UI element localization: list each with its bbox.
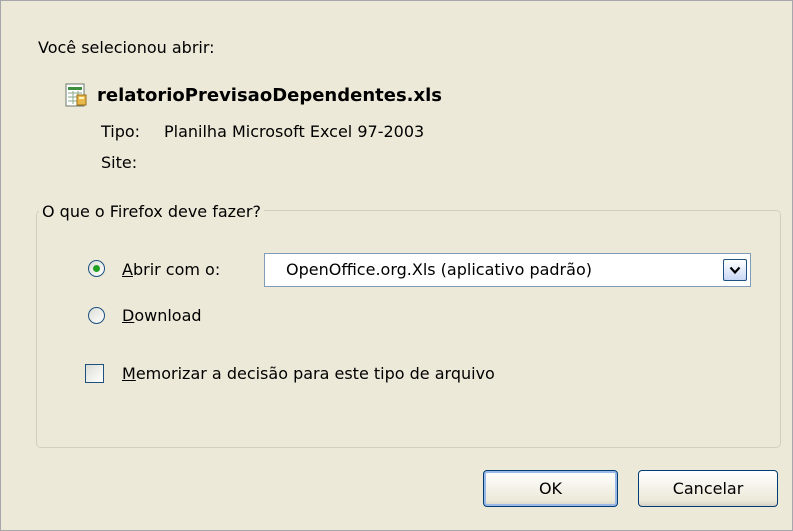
download-label-text: ownload <box>134 306 202 325</box>
download-dialog: Você selecionou abrir: relatorioPrevisao… <box>0 0 793 531</box>
remember-label[interactable]: Memorizar a decisão para este tipo de ar… <box>122 364 495 383</box>
open-with-access-key: A <box>122 260 133 279</box>
remember-checkbox[interactable] <box>85 364 104 383</box>
download-access-key: D <box>122 306 135 325</box>
file-row: relatorioPrevisaoDependentes.xls <box>65 83 442 107</box>
file-type-row: Tipo: Planilha Microsoft Excel 97-2003 <box>101 122 424 141</box>
download-label[interactable]: Download <box>122 306 202 325</box>
remember-access-key: M <box>122 364 136 383</box>
file-name: relatorioPrevisaoDependentes.xls <box>97 84 443 106</box>
file-type-label: Tipo: <box>101 122 141 141</box>
file-type-value: Planilha Microsoft Excel 97-2003 <box>164 122 425 141</box>
action-groupbox <box>36 210 781 448</box>
download-radio[interactable] <box>88 307 105 324</box>
open-with-label-text: brir com o: <box>132 260 221 279</box>
remember-label-text: emorizar a decisão para este tipo de arq… <box>135 364 495 383</box>
application-select-value: OpenOffice.org.Xls (aplicativo padrão) <box>286 260 592 279</box>
application-select[interactable]: OpenOffice.org.Xls (aplicativo padrão) <box>264 253 751 287</box>
chevron-down-icon <box>729 266 741 274</box>
open-with-radio[interactable] <box>88 260 105 277</box>
ok-button[interactable]: OK <box>483 470 618 507</box>
intro-text: Você selecionou abrir: <box>38 38 215 57</box>
radio-selected-dot <box>93 265 100 272</box>
cancel-button[interactable]: Cancelar <box>638 470 778 507</box>
spreadsheet-icon <box>65 83 87 107</box>
file-site-row: Site: <box>101 153 164 172</box>
open-with-label[interactable]: Abrir com o: <box>122 260 220 279</box>
file-site-label: Site: <box>101 153 138 172</box>
action-group-title: O que o Firefox deve fazer? <box>39 202 264 221</box>
dropdown-button[interactable] <box>723 259 747 281</box>
